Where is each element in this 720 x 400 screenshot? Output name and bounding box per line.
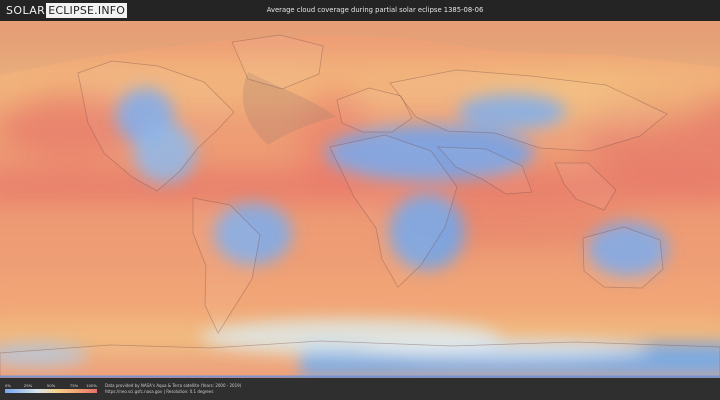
data-source-note: Data provided by NASA's Aqua & Terra sat… [105,383,385,395]
logo-text-solar: SOLAR [6,4,46,17]
logo-text-eclipse-info: ECLIPSE.INFO [46,3,128,18]
legend-tick-100: 100% [86,383,97,388]
cloud-coverage-map [0,21,720,378]
cloud-coverage-legend: 0% 25% 50% 75% 100% [5,383,97,395]
legend-color-bar [5,389,97,393]
map-texture [0,21,720,378]
legend-tick-0: 0% [5,383,12,388]
site-logo[interactable]: SOLAR ECLIPSE.INFO [6,3,128,18]
legend-tick-50: 50% [46,383,56,388]
legend-tick-75: 75% [69,383,79,388]
header-bar: SOLAR ECLIPSE.INFO Average cloud coverag… [0,0,720,21]
legend-tick-25: 25% [23,383,33,388]
footer-bar: 0% 25% 50% 75% 100% Data provided by NAS… [0,378,720,400]
page: SOLAR ECLIPSE.INFO Average cloud coverag… [0,0,720,400]
cloud-coverage-map-graphic [0,21,720,378]
data-source-line-2: https://neo.sci.gsfc.nasa.gov | Resoluti… [105,389,214,394]
legend-ticks: 0% 25% 50% 75% 100% [5,383,97,388]
page-title: Average cloud coverage during partial so… [266,6,484,14]
